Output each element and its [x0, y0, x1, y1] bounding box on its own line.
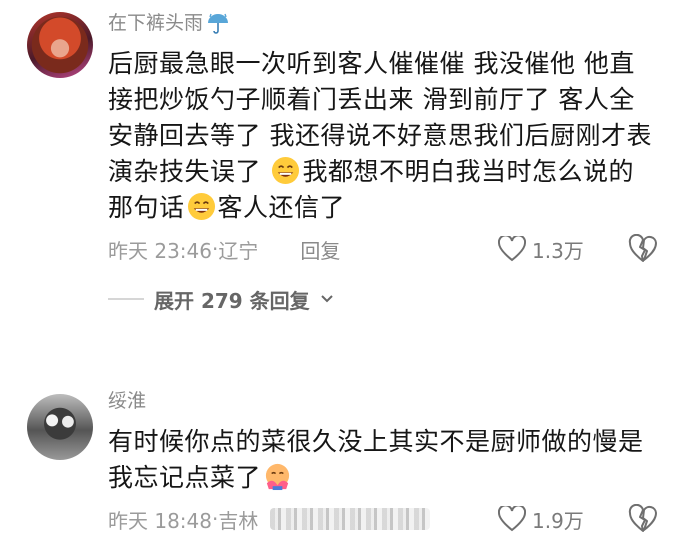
- avatar[interactable]: [27, 394, 93, 460]
- comment-text: 有时候你点的菜很久没上其实不是厨师做的慢是 我忘记点菜了: [108, 424, 662, 496]
- username-row: 绥淮: [108, 388, 662, 414]
- username[interactable]: 在下裤头雨: [108, 10, 203, 36]
- comment-line: 演杂技失误了 我都想不明白我当时怎么说的: [108, 154, 662, 190]
- expand-replies-label: 展开 279 条回复: [154, 288, 310, 313]
- username[interactable]: 绥淮: [108, 388, 146, 414]
- comment-line: 安静回去等了 我还得说不好意思我们后厨刚才表: [108, 121, 652, 150]
- grinning-emoji-icon: [272, 156, 300, 185]
- heart-icon: [498, 236, 526, 262]
- broken-heart-icon[interactable]: [628, 504, 658, 534]
- divider-line: [108, 298, 144, 300]
- comment-line: 那句话 客人还信了: [108, 190, 662, 226]
- comment-text: 后厨最急眼一次听到客人催催催 我没催他 他直 接把炒饭勺子顺着门丢出来 滑到前厅…: [108, 46, 662, 226]
- location: 辽宁: [218, 238, 259, 263]
- comment-fragment: 我忘记点菜了: [108, 463, 262, 492]
- comment-line: 接把炒饭勺子顺着门丢出来 滑到前厅了 客人全: [108, 85, 635, 114]
- like-count: 1.9万: [532, 508, 584, 533]
- umbrella-icon: [208, 13, 229, 34]
- expand-replies-button[interactable]: 展开 279 条回复: [108, 282, 662, 316]
- heart-icon: [498, 506, 526, 532]
- comment-feed: 在下裤头雨 后厨最急眼一次听到客人催催催 我没催他 他直 接把炒饭勺子顺着门丢出…: [0, 0, 690, 556]
- blurred-overlay: [270, 508, 431, 530]
- hugging-emoji-icon: [265, 463, 290, 491]
- broken-heart-icon[interactable]: [628, 234, 658, 264]
- comment-line: 有时候你点的菜很久没上其实不是厨师做的慢是: [108, 427, 644, 456]
- comment-meta: 昨天 23:46 · 辽宁 回复 1.3万: [108, 232, 662, 266]
- comment-body: 绥淮 有时候你点的菜很久没上其实不是厨师做的慢是 我忘记点菜了 昨天 18:48…: [108, 388, 662, 536]
- chevron-down-icon: [320, 295, 333, 303]
- like-count: 1.3万: [532, 238, 584, 263]
- comment-fragment: 客人还信了: [217, 193, 346, 222]
- grinning-emoji-icon: [187, 192, 215, 221]
- comment-fragment: 那句话: [108, 193, 185, 222]
- location: 吉林: [218, 508, 259, 533]
- like-button[interactable]: 1.9万: [498, 502, 584, 536]
- username-row: 在下裤头雨: [108, 10, 662, 36]
- comment-meta: 昨天 18:48 · 吉林 1.9万: [108, 502, 662, 536]
- comment-fragment: 演杂技失误了: [108, 157, 262, 186]
- comment-body: 在下裤头雨 后厨最急眼一次听到客人催催催 我没催他 他直 接把炒饭勺子顺着门丢出…: [108, 10, 662, 316]
- comment-line: 我忘记点菜了: [108, 460, 662, 496]
- comment-fragment: 我都想不明白我当时怎么说的: [302, 157, 634, 186]
- like-button[interactable]: 1.3万: [498, 232, 584, 266]
- reply-button[interactable]: 回复: [300, 235, 340, 264]
- timestamp: 昨天 18:48: [108, 508, 212, 533]
- avatar[interactable]: [27, 12, 93, 78]
- timestamp: 昨天 23:46: [108, 238, 212, 263]
- comment-line: 后厨最急眼一次听到客人催催催 我没催他 他直: [108, 49, 635, 78]
